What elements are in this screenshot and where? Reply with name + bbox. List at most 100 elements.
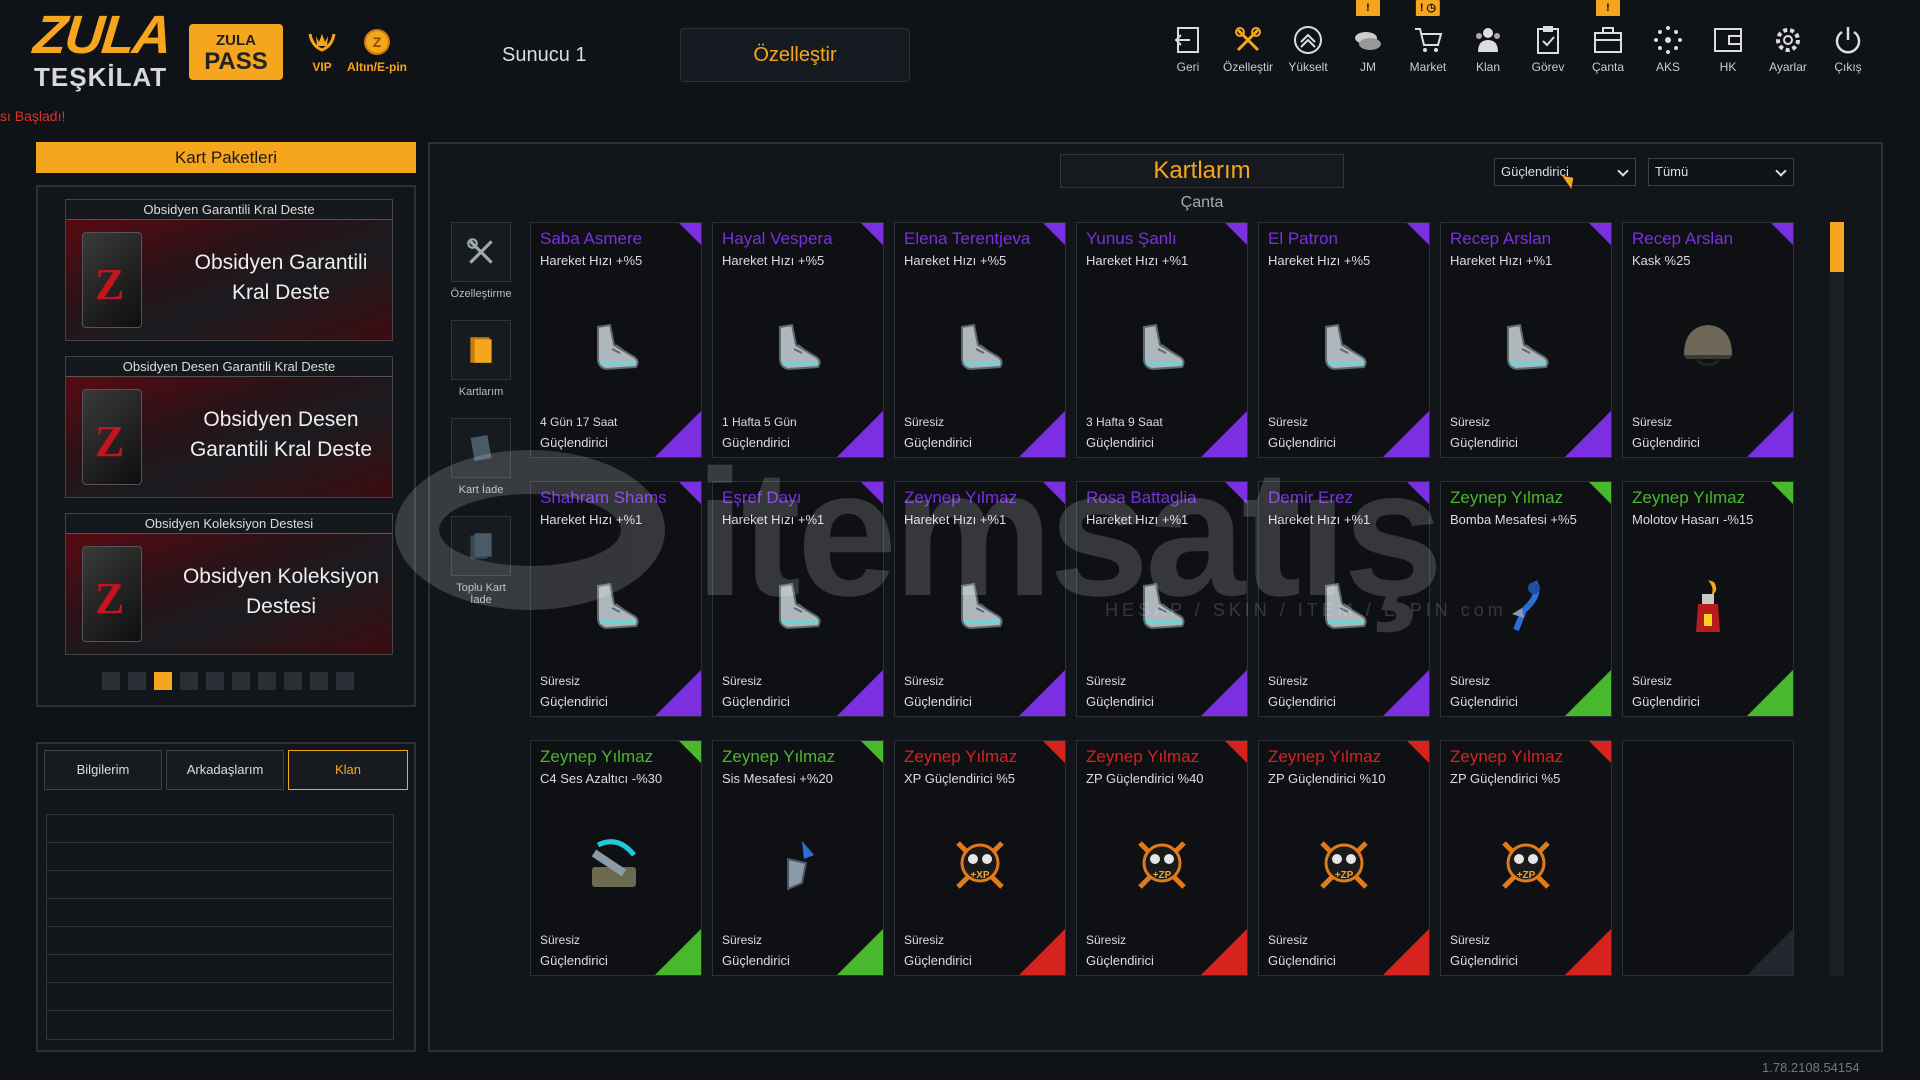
nav-tasks[interactable]: Görev [1518,24,1578,74]
nav-hk[interactable]: HK [1698,24,1758,74]
gold-coin-icon: Z [364,29,390,55]
aks-icon [1654,26,1682,54]
pack-name: Obsidyen Koleksiyon Destesi [182,565,380,618]
list-item[interactable] [47,871,393,899]
card-item[interactable]: Elena Terentjeva Hareket Hızı +%5 Süresiz G… [894,222,1066,458]
customize-button[interactable]: Özelleştir [680,28,910,82]
nav-back[interactable]: Geri [1158,24,1218,74]
card-item[interactable]: Zeynep Yılmaz Hareket Hızı +%1 Süresiz Güçl… [894,481,1066,717]
nav-label: Geri [1176,60,1200,74]
rarity-corner-top [1407,223,1429,245]
card-item[interactable]: Hayal Vespera Hareket Hızı +%5 1 Hafta 5 G… [712,222,884,458]
card-item[interactable]: Zeynep Yılmaz ZP Güçlendirici %10 +ZP Süres… [1258,740,1430,976]
card-item[interactable]: Recep Arslan Kask %25 Süresiz Güçlendirici [1622,222,1794,458]
pager-dot[interactable] [284,672,302,690]
list-item[interactable] [47,955,393,983]
nav-clan[interactable]: Klan [1458,24,1518,74]
card-stat: Molotov Hasarı -%15 [1632,512,1754,527]
card-item[interactable]: Zeynep Yılmaz Molotov Hasarı -%15 Süresiz G… [1622,481,1794,717]
pack-item[interactable]: Obsidyen Koleksiyon Destesi Z Obsidyen K… [65,513,393,655]
empty-card-slot[interactable] [1622,740,1794,976]
card-name: Recep Arslan [1632,229,1734,248]
card-item[interactable]: Zeynep Yılmaz C4 Ses Azaltıcı -%30 Süresiz… [530,740,702,976]
rarity-filter-select[interactable]: Tümü [1648,158,1794,186]
gold-epin-button[interactable]: Z Altın/E-pin [342,28,412,74]
zula-pass-button[interactable]: ZULA PASS [189,24,283,80]
pack-item[interactable]: Obsidyen Garantili Kral Deste Z Obsidyen… [65,199,393,341]
xp-skull-icon: +XP [956,841,1004,889]
pager-dot[interactable] [180,672,198,690]
tool-customize[interactable]: Özelleştirme [446,222,516,300]
scroll-thumb[interactable] [1830,222,1844,272]
pager-dot[interactable] [232,672,250,690]
nav-bag[interactable]: ! Çanta [1578,0,1638,74]
cards-scrollbar[interactable] [1830,222,1844,976]
pager-dot[interactable] [102,672,120,690]
pager-dot[interactable] [128,672,146,690]
card-item[interactable]: Saba Asmere Hareket Hızı +%5 4 Gün 17 Saat… [530,222,702,458]
tool-my-cards[interactable]: Kartlarım [446,320,516,398]
card-type: Güçlendirici [1086,953,1154,968]
card-item[interactable]: Zeynep Yılmaz ZP Güçlendirici %5 +ZP Süresi… [1440,740,1612,976]
card-item[interactable]: Zeynep Yılmaz Bomba Mesafesi +%5 Süresiz Gü… [1440,481,1612,717]
list-item[interactable] [47,815,393,843]
list-item[interactable] [47,843,393,871]
top-navbar: Geri Özelleştir Yükselt ! JM ! ◷ Market … [1158,0,1878,74]
tab-friends[interactable]: Arkadaşlarım [166,750,284,790]
card-item[interactable]: Rosa Battaglia Hareket Hızı +%1 Süresiz Güç… [1076,481,1248,717]
nav-aks[interactable]: AKS [1638,24,1698,74]
svg-text:+ZP: +ZP [1335,870,1354,881]
card-name: Rosa Battaglia [1086,488,1197,507]
tool-card-return[interactable]: Kart İade [446,418,516,496]
pack-image: Z Obsidyen Koleksiyon Destesi [66,534,392,654]
rarity-corner-bottom [1383,929,1429,975]
card-item[interactable]: Zeynep Yılmaz XP Güçlendirici %5 +XP Süresi… [894,740,1066,976]
card-item[interactable]: Recep Arslan Hareket Hızı +%1 Süresiz Güçle… [1440,222,1612,458]
cart-icon [1415,28,1443,52]
rarity-corner-top [1225,482,1247,504]
vip-button[interactable]: VIP [306,28,338,74]
pager-dot[interactable] [154,672,172,690]
nav-exit[interactable]: Çıkış [1818,24,1878,74]
pack-image: Z Obsidyen Garantili Kral Deste [66,220,392,340]
card-type: Güçlendirici [1268,953,1336,968]
list-item[interactable] [47,899,393,927]
nav-jm[interactable]: ! JM [1338,0,1398,74]
nav-label: Market [1409,60,1447,74]
nav-customize[interactable]: Özelleştir [1218,24,1278,74]
card-item[interactable]: El Patron Hareket Hızı +%5 Süresiz Güçlendi… [1258,222,1430,458]
list-item[interactable] [47,983,393,1011]
card-stat: Hareket Hızı +%1 [1086,512,1189,527]
coins-icon [1355,32,1381,50]
card-item[interactable]: Eşref Dayı Hareket Hızı +%1 Süresiz Güçlend… [712,481,884,717]
rarity-corner-bottom [655,411,701,457]
card-stat: ZP Güçlendirici %40 [1086,771,1204,786]
pager-dot[interactable] [206,672,224,690]
card-name: Demir Erez [1268,488,1354,507]
tab-info[interactable]: Bilgilerim [44,750,162,790]
nav-settings[interactable]: Ayarlar [1758,24,1818,74]
svg-text:+ZP: +ZP [1153,870,1172,881]
list-item[interactable] [47,927,393,955]
pager-dot[interactable] [310,672,328,690]
card-item[interactable]: Zeynep Yılmaz ZP Güçlendirici %40 +ZP Süres… [1076,740,1248,976]
card-item[interactable]: Demir Erez Hareket Hızı +%1 Süresiz Güçlend… [1258,481,1430,717]
type-filter-select[interactable]: Güçlendirici [1494,158,1636,186]
laurel-crown-icon [308,33,336,52]
page-title: Kartlarım [1060,154,1344,188]
tab-clan[interactable]: Klan [288,750,408,790]
card-item[interactable]: Yunus Şanlı Hareket Hızı +%1 3 Hafta 9 Saa… [1076,222,1248,458]
logo-main-text: ZULA [30,5,174,65]
tool-bulk-return[interactable]: Toplu Kart İade [446,516,516,606]
card-duration: Süresiz [1450,415,1491,429]
nav-upgrade[interactable]: Yükselt [1278,24,1338,74]
card-item[interactable]: Zeynep Yılmaz Sis Mesafesi +%20 Süresiz Güç… [712,740,884,976]
card-packs-panel: Obsidyen Garantili Kral Deste Z Obsidyen… [36,185,416,707]
rarity-corner-bottom [1565,929,1611,975]
pager-dot[interactable] [258,672,276,690]
card-item[interactable]: Shahram Shams Hareket Hızı +%1 Süresiz Güçl… [530,481,702,717]
nav-market[interactable]: ! ◷ Market [1398,0,1458,74]
boot-icon [1325,323,1367,371]
pack-item[interactable]: Obsidyen Desen Garantili Kral Deste Z Ob… [65,356,393,498]
pager-dot[interactable] [336,672,354,690]
